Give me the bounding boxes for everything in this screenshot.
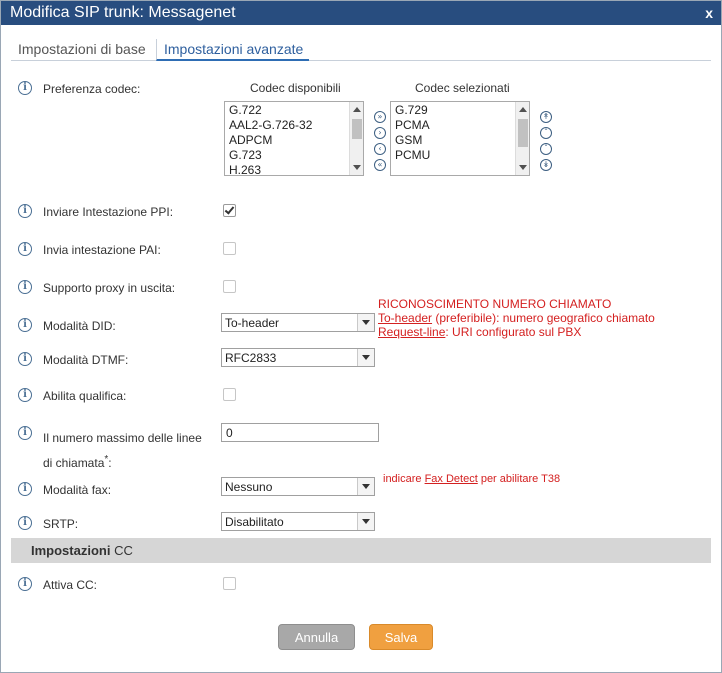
section-title: Impostazioni CC <box>31 543 133 558</box>
section-title-bold: Impostazioni <box>31 543 111 558</box>
did-note-option1-text: (preferibile): numero geografico chiamat… <box>432 311 655 325</box>
srtp-select[interactable]: Disabilitato <box>221 512 375 531</box>
dtmf-mode-label: Modalità DTMF: <box>43 353 129 367</box>
scroll-down-icon[interactable] <box>519 165 527 170</box>
srtp-label: SRTP: <box>43 517 79 531</box>
move-right-icon[interactable]: › <box>374 127 386 139</box>
scroll-down-icon[interactable] <box>353 165 361 170</box>
list-item[interactable]: G.723 <box>229 148 262 163</box>
list-item[interactable]: GSM <box>395 133 422 148</box>
pai-header-label: Invia intestazione PAI: <box>43 243 161 257</box>
list-item[interactable]: G.722 <box>229 103 262 118</box>
max-lines-input[interactable] <box>221 423 379 442</box>
did-mode-select[interactable]: To-header <box>221 313 375 332</box>
max-lines-label-colon: : <box>108 456 112 470</box>
did-note: RICONOSCIMENTO NUMERO CHIAMATO To-header… <box>378 297 655 339</box>
list-item[interactable]: PCMU <box>395 148 430 163</box>
list-item[interactable]: AAL2-G.726-32 <box>229 118 312 133</box>
section-title-rest: CC <box>110 543 133 558</box>
fax-mode-value: Nessuno <box>225 480 273 494</box>
list-item[interactable]: PCMA <box>395 118 430 133</box>
available-codecs-header: Codec disponibili <box>250 81 341 95</box>
did-note-option1-key: To-header <box>378 311 433 325</box>
srtp-value: Disabilitato <box>225 515 284 529</box>
scroll-thumb[interactable] <box>518 119 528 147</box>
info-icon[interactable]: i <box>18 352 32 366</box>
scroll-up-icon[interactable] <box>519 107 527 112</box>
info-icon[interactable]: i <box>18 426 32 440</box>
scroll-thumb[interactable] <box>352 119 362 139</box>
move-all-left-icon[interactable]: « <box>374 159 386 171</box>
outbound-proxy-label: Supporto proxy in uscita: <box>43 281 176 295</box>
max-lines-label: Il numero massimo delle linee di chiamat… <box>43 427 202 474</box>
codec-preference-label: Preferenza codec: <box>43 82 141 96</box>
scrollbar[interactable] <box>349 102 363 175</box>
info-icon[interactable]: i <box>18 242 32 256</box>
fax-note-post: per abilitare T38 <box>477 473 561 485</box>
info-icon[interactable]: i <box>18 81 32 95</box>
tab-bar: Impostazioni di base Impostazioni avanza… <box>11 39 711 61</box>
move-top-icon[interactable]: ↟ <box>540 111 552 123</box>
scroll-up-icon[interactable] <box>353 107 361 112</box>
move-up-icon[interactable]: ˆ <box>540 127 552 139</box>
fax-mode-label: Modalità fax: <box>43 483 112 497</box>
info-icon[interactable]: i <box>18 516 32 530</box>
fax-note: indicare Fax Detect per abilitare T38 <box>383 472 560 486</box>
outbound-proxy-checkbox[interactable] <box>223 280 236 293</box>
max-lines-label-line1: Il numero massimo delle linee <box>43 431 202 445</box>
enable-cc-checkbox[interactable] <box>223 577 236 590</box>
cancel-button[interactable]: Annulla <box>278 624 355 650</box>
qualify-checkbox[interactable] <box>223 388 236 401</box>
dtmf-mode-value: RFC2833 <box>225 351 277 365</box>
info-icon[interactable]: i <box>18 280 32 294</box>
close-icon[interactable]: x <box>705 4 713 22</box>
did-note-option2-text: : URI configurato sul PBX <box>445 325 582 339</box>
list-item[interactable]: G.729 <box>395 103 428 118</box>
dialog-title: Modifica SIP trunk: Messagenet <box>10 4 236 21</box>
qualify-label: Abilita qualifica: <box>43 389 127 403</box>
list-item[interactable]: ADPCM <box>229 133 272 148</box>
ppi-header-label: Inviare Intestazione PPI: <box>43 205 174 219</box>
save-button[interactable]: Salva <box>369 624 433 650</box>
info-icon[interactable]: i <box>18 318 32 332</box>
selected-codecs-header: Codec selezionati <box>415 81 510 95</box>
list-item[interactable]: H.263 <box>229 163 261 175</box>
tab-basic-settings[interactable]: Impostazioni di base <box>18 39 146 61</box>
fax-note-pre: indicare <box>383 473 425 485</box>
chevron-down-icon[interactable] <box>357 349 374 366</box>
chevron-down-icon[interactable] <box>357 314 374 331</box>
info-icon[interactable]: i <box>18 482 32 496</box>
move-left-icon[interactable]: ‹ <box>374 143 386 155</box>
tab-advanced-settings[interactable]: Impostazioni avanzate <box>156 39 310 61</box>
title-bar: Modifica SIP trunk: Messagenet x <box>1 1 721 25</box>
did-mode-label: Modalità DID: <box>43 319 116 333</box>
ppi-header-checkbox[interactable] <box>223 204 236 217</box>
did-note-option2-key: Request-line <box>378 325 446 339</box>
did-mode-value: To-header <box>225 316 280 330</box>
max-lines-label-line2: di chiamata <box>43 456 105 470</box>
move-bottom-icon[interactable]: ↡ <box>540 159 552 171</box>
checkmark-icon <box>224 204 235 215</box>
cc-settings-section-header: Impostazioni CC <box>11 538 711 563</box>
info-icon[interactable]: i <box>18 577 32 591</box>
pai-header-checkbox[interactable] <box>223 242 236 255</box>
fax-note-key: Fax Detect <box>424 473 478 485</box>
chevron-down-icon[interactable] <box>357 478 374 495</box>
move-down-icon[interactable]: ˇ <box>540 143 552 155</box>
selected-codecs-list[interactable]: G.729 PCMA GSM PCMU <box>390 101 530 176</box>
available-codecs-list[interactable]: G.722 AAL2-G.726-32 ADPCM G.723 H.263 <box>224 101 364 176</box>
edit-sip-trunk-dialog: Modifica SIP trunk: Messagenet x Imposta… <box>0 0 722 673</box>
chevron-down-icon[interactable] <box>357 513 374 530</box>
move-all-right-icon[interactable]: » <box>374 111 386 123</box>
info-icon[interactable]: i <box>18 388 32 402</box>
dtmf-mode-select[interactable]: RFC2833 <box>221 348 375 367</box>
fax-mode-select[interactable]: Nessuno <box>221 477 375 496</box>
info-icon[interactable]: i <box>18 204 32 218</box>
scrollbar[interactable] <box>515 102 529 175</box>
did-note-title: RICONOSCIMENTO NUMERO CHIAMATO <box>378 297 612 311</box>
enable-cc-label: Attiva CC: <box>43 578 98 592</box>
